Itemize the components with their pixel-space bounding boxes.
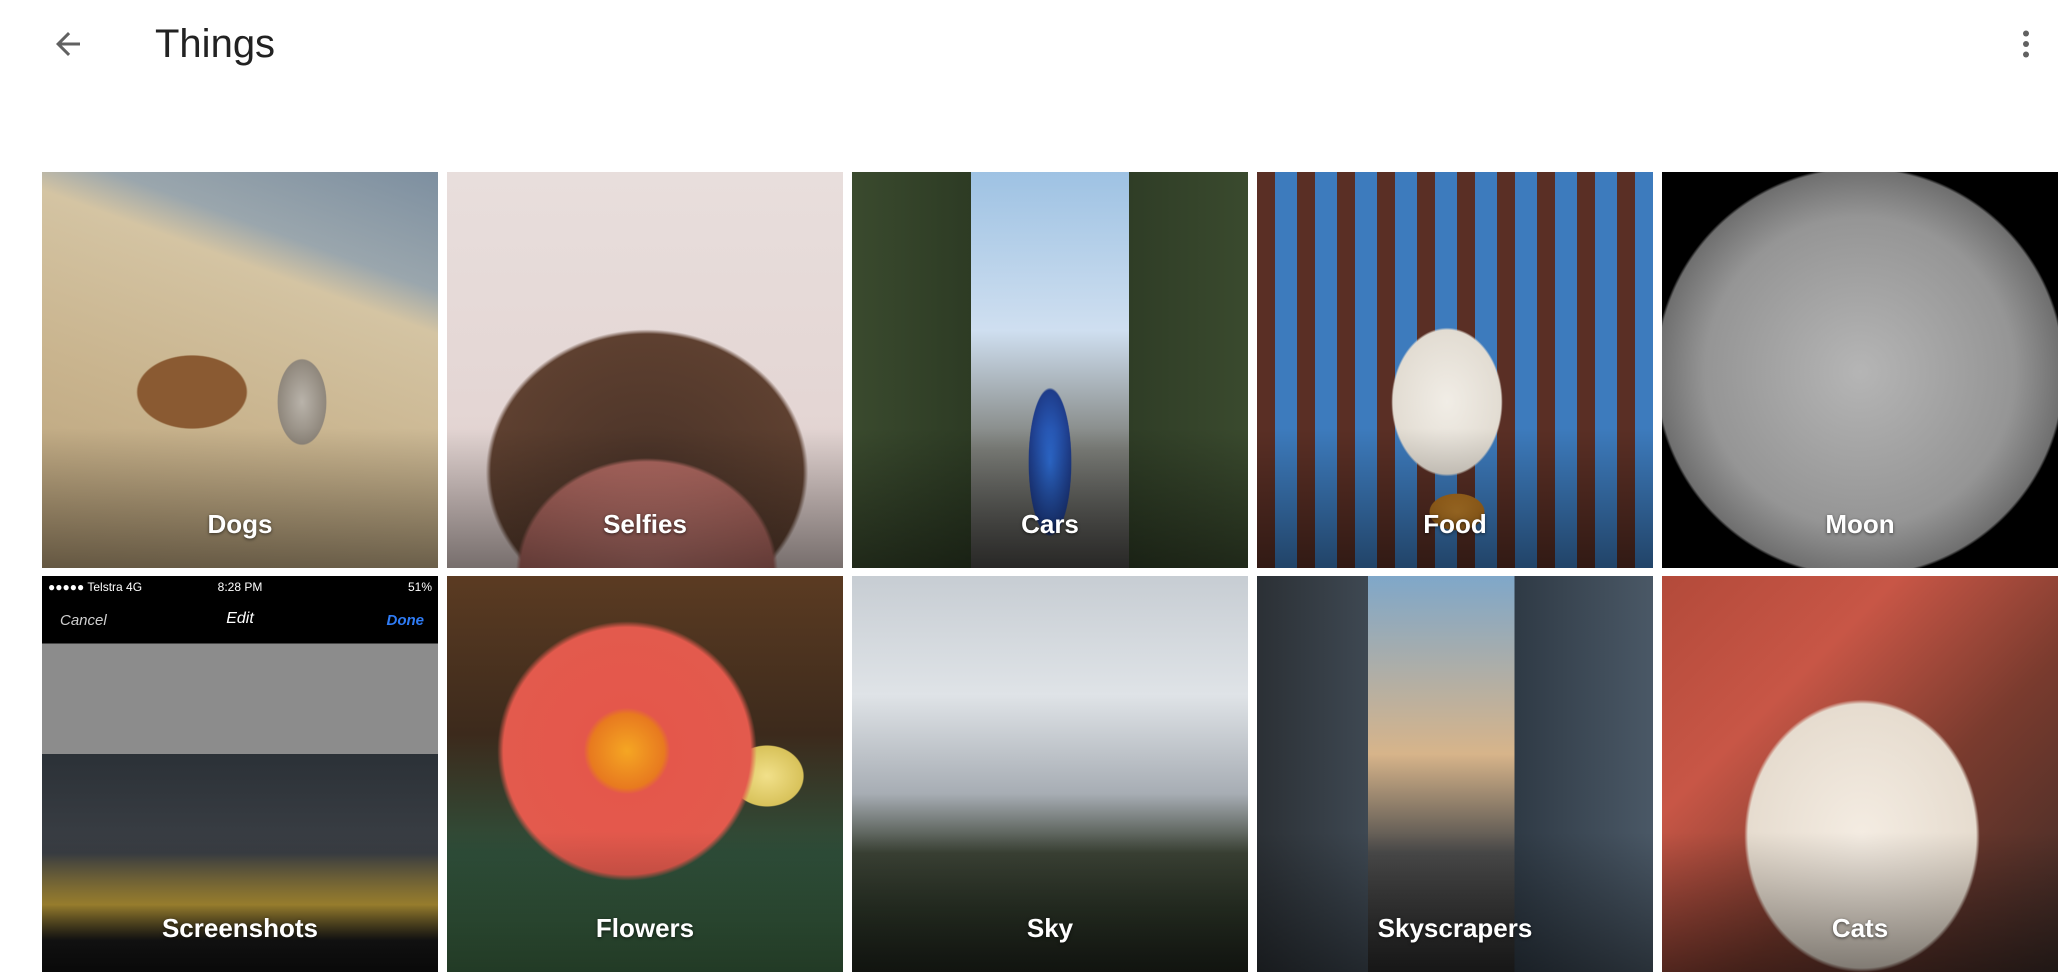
arrow-back-icon	[56, 32, 80, 56]
phone-status-bar: ●●●●● Telstra 4G 8:28 PM 51%	[42, 576, 438, 598]
label-gradient	[42, 428, 438, 568]
tile-label: Dogs	[207, 509, 273, 539]
tile-food[interactable]: Food	[1257, 172, 1653, 568]
label-gradient	[1257, 832, 1653, 972]
tile-label: Flowers	[595, 913, 695, 943]
tile-sky[interactable]: Sky	[852, 576, 1248, 972]
tile-moon[interactable]: Moon	[1662, 172, 2058, 568]
label-gradient	[1257, 428, 1653, 568]
label-gradient	[447, 832, 843, 972]
things-grid: Dogs Selfies Cars Food Moon ●●●●● Telstr…	[42, 172, 2058, 972]
label-gradient	[42, 832, 438, 972]
more-vert-icon	[2023, 30, 2029, 58]
app-bar: Things	[0, 0, 2064, 90]
tile-label: Cats	[1831, 913, 1889, 943]
back-button[interactable]	[40, 20, 96, 68]
tile-flowers[interactable]: Flowers	[447, 576, 843, 972]
tile-selfies[interactable]: Selfies	[447, 172, 843, 568]
phone-time: 8:28 PM	[217, 580, 263, 594]
page-title: Things	[155, 22, 276, 66]
tile-label: Screenshots	[161, 913, 319, 943]
tile-skyscrapers[interactable]: Skyscrapers	[1257, 576, 1653, 972]
phone-battery: 51%	[407, 580, 432, 594]
phone-done: Done	[386, 612, 425, 629]
phone-edit: Edit	[226, 610, 254, 627]
tile-label: Sky	[1026, 913, 1074, 943]
tile-label: Moon	[1825, 509, 1895, 539]
phone-nav-bar: Cancel Edit Done	[42, 608, 438, 632]
tile-screenshots[interactable]: ●●●●● Telstra 4G 8:28 PM 51% Cancel Edit…	[42, 576, 438, 972]
label-gradient	[852, 832, 1248, 972]
tile-cars[interactable]: Cars	[852, 172, 1248, 568]
tile-cats[interactable]: Cats	[1662, 576, 2058, 972]
label-gradient	[852, 428, 1248, 568]
tile-label: Food	[1423, 509, 1487, 539]
tile-label: Selfies	[603, 509, 687, 539]
tile-dogs[interactable]: Dogs	[42, 172, 438, 568]
label-gradient	[1662, 832, 2058, 972]
more-options-button[interactable]	[2002, 20, 2050, 68]
label-gradient	[447, 428, 843, 568]
tile-label: Cars	[1021, 509, 1079, 539]
tile-label: Skyscrapers	[1377, 913, 1533, 943]
